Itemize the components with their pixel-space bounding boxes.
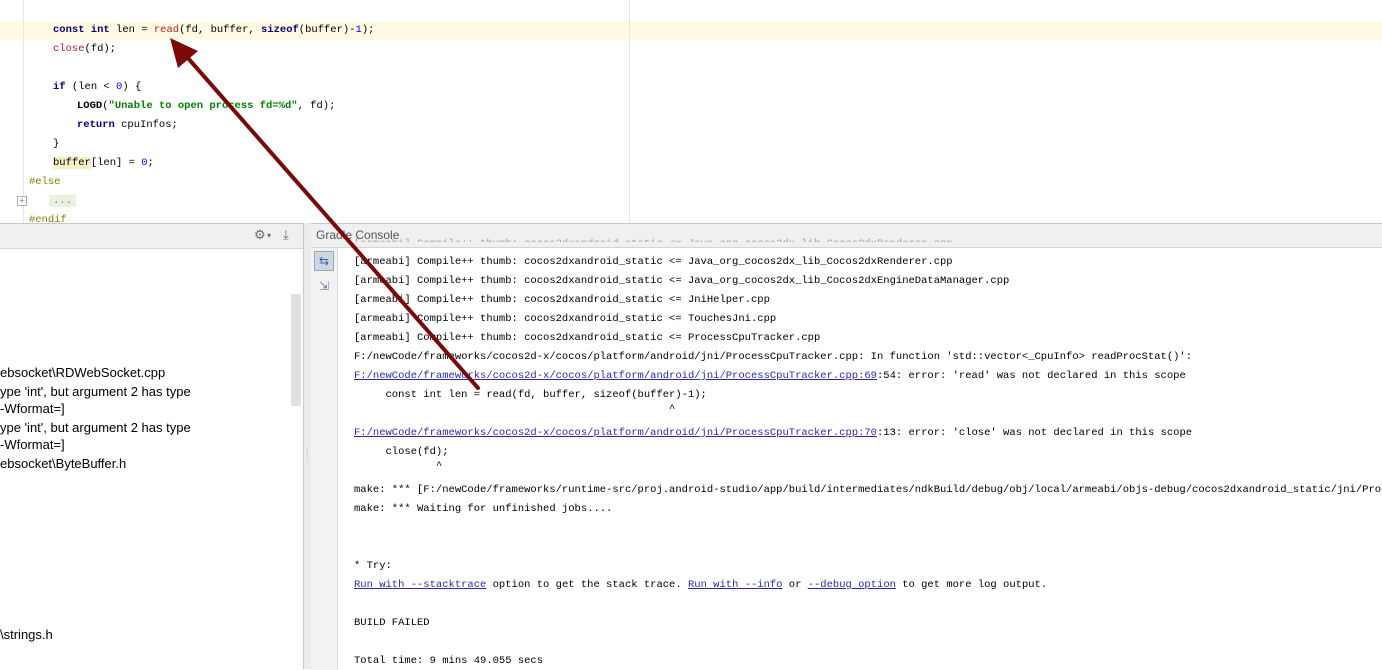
keyword: return xyxy=(77,119,115,131)
messages-toolbar: ⚙ ▾ ⤓ xyxy=(0,224,303,249)
messages-panel: ⚙ ▾ ⤓ ebsocket\RDWebSocket.cpp ype 'int'… xyxy=(0,223,303,670)
function-call: close xyxy=(53,43,85,55)
preprocessor-directive: #endif xyxy=(29,214,67,223)
message-line[interactable]: ebsocket\RDWebSocket.cpp xyxy=(0,364,165,382)
keyword: sizeof xyxy=(260,24,299,36)
arguments: (buffer)- xyxy=(298,24,356,36)
string-literal: "Unable to open process fd=%d" xyxy=(108,100,298,112)
arguments: (fd, buffer, xyxy=(179,24,261,36)
export-icon[interactable]: ⤓ xyxy=(283,224,289,248)
operator: = xyxy=(134,24,154,36)
gradle-console: Gradle Console ⇆ ⇲ [armeabi] Compile++ t… xyxy=(311,223,1382,670)
console-line: F:/newCode/frameworks/cocos2d-x/cocos/pl… xyxy=(354,351,1193,363)
message-line[interactable]: ebsocket\ByteBuffer.h xyxy=(0,455,126,473)
export-log-icon[interactable]: ⇲ xyxy=(314,276,334,296)
right-margin-guide xyxy=(629,0,630,223)
console-line: [armeabi] Compile++ thumb: cocos2dxandro… xyxy=(354,313,777,325)
make-waiting-line: make: *** Waiting for unfinished jobs...… xyxy=(354,503,613,515)
error-line: F:/newCode/frameworks/cocos2d-x/cocos/pl… xyxy=(354,424,1192,443)
suggestion-text: option to get the stack trace. xyxy=(486,579,688,591)
error-message: :54: error: 'read' was not declared in t… xyxy=(877,370,1186,382)
macro-call: LOGD xyxy=(77,100,103,112)
keyword: const int xyxy=(53,24,110,36)
identifier: buffer xyxy=(53,157,91,169)
error-message: :13: error: 'close' was not declared in … xyxy=(877,427,1193,439)
suggestion-text: or xyxy=(782,579,808,591)
make-error-line: make: *** [F:/newCode/frameworks/runtime… xyxy=(354,484,1382,496)
run-stacktrace-link[interactable]: Run with --stacktrace xyxy=(354,579,486,591)
message-line[interactable]: ype 'int', but argument 2 has type xyxy=(0,383,191,401)
message-line[interactable]: -Wformat=] xyxy=(0,400,65,418)
error-file-link[interactable]: F:/newCode/frameworks/cocos2d-x/cocos/pl… xyxy=(354,427,877,439)
return-value: cpuInfos; xyxy=(114,119,178,131)
suggestion-text: to get more log output. xyxy=(895,579,1048,591)
total-time: Total time: 9 mins 49.055 secs xyxy=(354,655,544,667)
preprocessor-directive: #else xyxy=(29,176,61,188)
code-line[interactable]: return cpuInfos; xyxy=(77,116,178,135)
splitter-grip-icon: · · · · · xyxy=(306,445,309,466)
try-suggestion: Run with --stacktrace option to get the … xyxy=(354,576,1047,595)
error-caret: ^ xyxy=(354,403,676,415)
error-line: F:/newCode/frameworks/cocos2d-x/cocos/pl… xyxy=(354,367,1186,386)
code-line[interactable]: if (len < 0) { xyxy=(53,78,141,97)
console-line: [armeabi] Compile++ thumb: cocos2dxandro… xyxy=(354,275,1010,287)
expression: [len] = xyxy=(90,157,142,169)
punctuation: ) { xyxy=(122,81,142,93)
debug-option-link[interactable]: --debug option xyxy=(808,579,896,591)
build-status: BUILD FAILED xyxy=(354,617,430,629)
console-line: [armeabi] Compile++ thumb: cocos2dxandro… xyxy=(354,256,953,268)
run-info-link[interactable]: Run with --info xyxy=(688,579,783,591)
keyword: if xyxy=(53,81,66,93)
punctuation: ; xyxy=(147,157,154,169)
code-line[interactable]: buffer[len] = 0; xyxy=(53,154,154,173)
punctuation: ); xyxy=(361,24,375,36)
function-call: read xyxy=(153,24,180,36)
code-line[interactable]: ... xyxy=(49,192,76,211)
gear-icon[interactable]: ⚙ xyxy=(254,224,266,248)
code-line[interactable]: LOGD("Unable to open process fd=%d", fd)… xyxy=(77,97,335,116)
identifier: len xyxy=(116,24,135,36)
arguments: (fd); xyxy=(84,43,117,55)
code-editor[interactable]: const int len = read(fd, buffer, sizeof(… xyxy=(0,0,1382,223)
message-line[interactable]: \strings.h xyxy=(0,626,53,644)
toggle-view-icon[interactable]: ⇆ xyxy=(314,251,334,271)
folded-region[interactable]: ... xyxy=(49,195,76,207)
console-line: [armeabi] Compile++ thumb: cocos2dxandro… xyxy=(354,332,821,344)
console-line: [armeabi] Compile++ thumb: cocos2dxandro… xyxy=(354,294,770,306)
code-line[interactable]: close(fd); xyxy=(53,40,116,59)
closing-brace: } xyxy=(53,138,60,150)
caret-row-gutter-highlight xyxy=(0,21,23,40)
message-line[interactable]: -Wformat=] xyxy=(0,436,65,454)
arguments: , fd); xyxy=(297,100,336,112)
try-heading: * Try: xyxy=(354,560,392,572)
fold-expand-icon[interactable]: + xyxy=(17,196,27,206)
console-side-toolbar: ⇆ ⇲ xyxy=(311,248,338,670)
scrollbar[interactable] xyxy=(291,294,301,406)
error-caret: ^ xyxy=(354,460,443,472)
code-line[interactable]: } xyxy=(53,135,59,154)
message-line[interactable]: ype 'int', but argument 2 has type xyxy=(0,419,191,437)
error-file-link[interactable]: F:/newCode/frameworks/cocos2d-x/cocos/pl… xyxy=(354,370,877,382)
code-line[interactable]: const int len = read(fd, buffer, sizeof(… xyxy=(53,21,374,40)
condition: (len < xyxy=(65,81,117,93)
chevron-down-icon[interactable]: ▾ xyxy=(267,224,271,248)
